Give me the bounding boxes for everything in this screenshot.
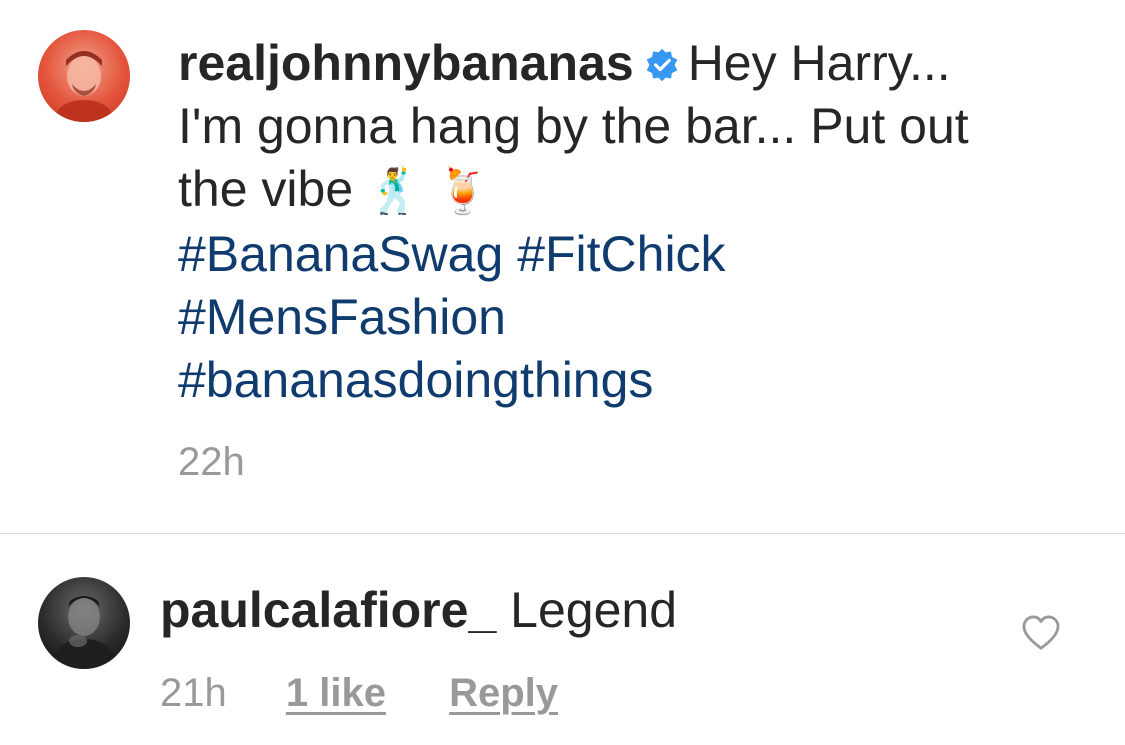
likes-count-link[interactable]: 1 like <box>286 668 386 718</box>
comment-username[interactable]: paulcalafiore_ <box>160 582 496 638</box>
commenter-avatar[interactable] <box>38 577 130 669</box>
caption-timestamp: 22h <box>178 440 245 484</box>
comment-meta: 21h 1 like Reply <box>160 668 558 718</box>
divider <box>0 533 1125 534</box>
dancer-emoji: 🕺 <box>367 167 422 216</box>
comment-message: Legend <box>510 582 678 638</box>
caption-body: realjohnnybananas Hey Harry... I'm gonna … <box>178 32 978 412</box>
hashtag-link[interactable]: #FitChick <box>517 226 725 282</box>
caption-author-avatar[interactable] <box>38 30 130 122</box>
verified-badge-icon <box>646 48 678 82</box>
reply-button[interactable]: Reply <box>449 668 558 718</box>
comments-screen: realjohnnybananas Hey Harry... I'm gonna … <box>0 0 1125 745</box>
comment-timestamp: 21h <box>160 671 227 715</box>
hashtag-link[interactable]: #MensFashion <box>178 289 506 345</box>
hashtag-link[interactable]: #bananasdoingthings <box>178 352 653 408</box>
cocktail-emoji: 🍹 <box>435 167 491 216</box>
hashtag-link[interactable]: #BananaSwag <box>178 226 503 282</box>
post-caption: realjohnnybananas Hey Harry... I'm gonna … <box>0 0 1125 533</box>
comment-body: paulcalafiore_ Legend <box>160 580 677 640</box>
heart-icon[interactable] <box>1022 615 1060 651</box>
caption-username[interactable]: realjohnnybananas <box>178 35 634 91</box>
